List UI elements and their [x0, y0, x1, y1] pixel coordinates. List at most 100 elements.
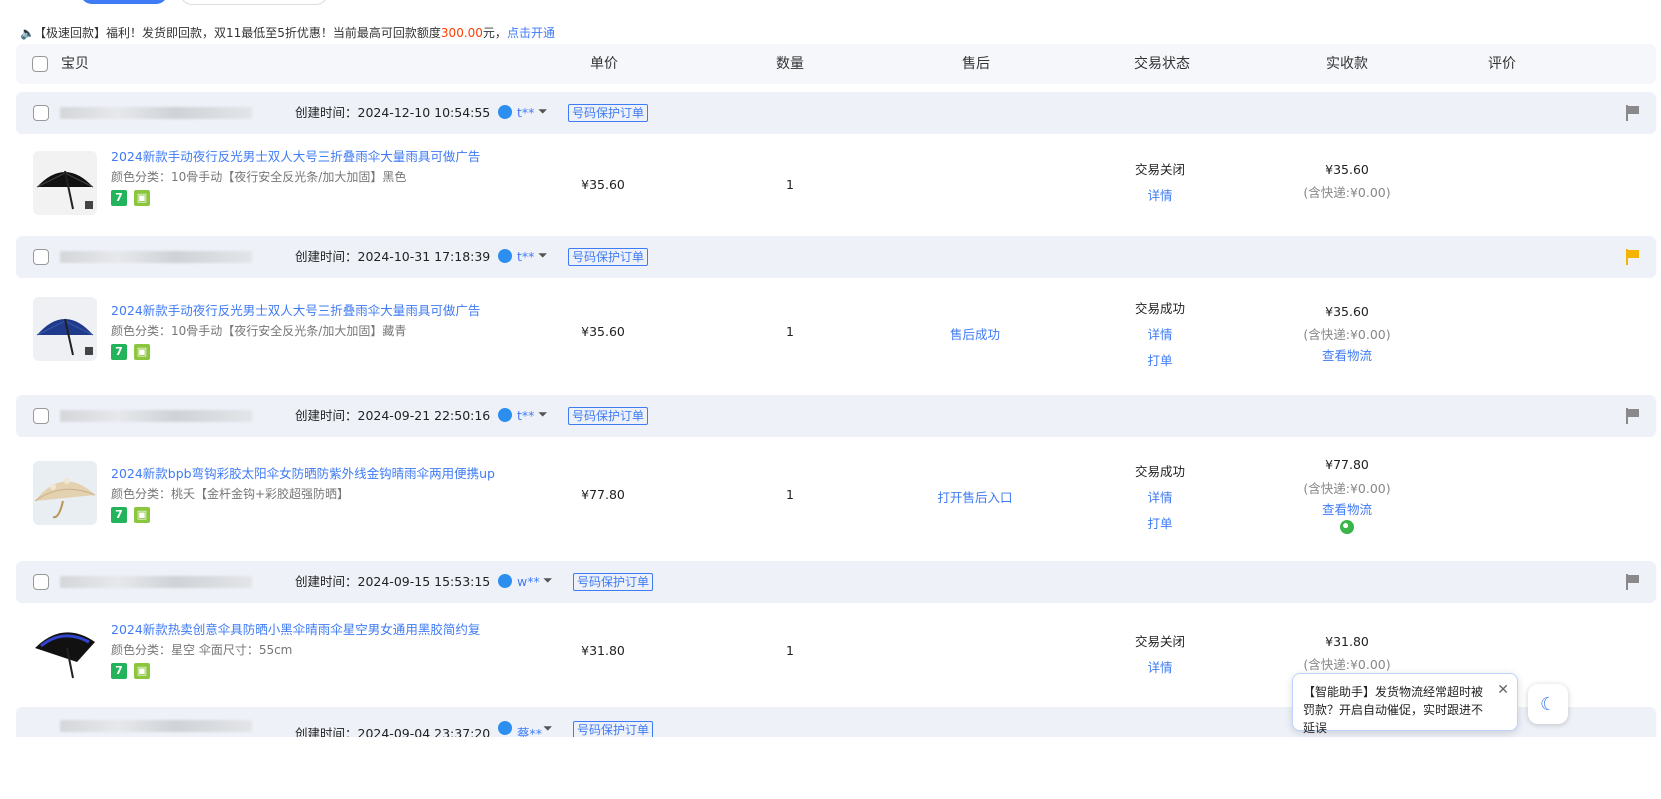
filter-icon[interactable]: ⏷: [538, 104, 548, 119]
moon-icon: ☾: [1540, 694, 1557, 715]
active-tab-button[interactable]: [80, 0, 168, 4]
open-aftersale-link[interactable]: 打开售后入口: [937, 487, 1012, 506]
view-logistics-link[interactable]: 查看物流: [1322, 345, 1372, 364]
buyer-name[interactable]: t**: [517, 92, 534, 134]
privacy-order-tag: 号码保护订单: [568, 248, 649, 266]
night-mode-button[interactable]: ☾: [1528, 684, 1568, 724]
order-create-time: 创建时间：2024-09-15 15:53:15: [295, 574, 491, 589]
green-refresh-icon[interactable]: [1340, 520, 1354, 534]
order-create-time: 创建时间：2024-10-31 17:18:39: [295, 249, 491, 264]
product-sku: 颜色分类：星空 伞面尺寸：55cm: [111, 643, 293, 657]
order-header: 创建时间：2024-09-15 15:53:15 w** ⏷ 号码保护订单: [16, 561, 1656, 603]
notice-suffix: 元，: [482, 26, 507, 40]
order-checkbox[interactable]: [33, 249, 49, 265]
detail-link[interactable]: 详情: [1147, 185, 1172, 204]
seven-day-return-icon: 7: [111, 663, 127, 679]
product-thumbnail[interactable]: [33, 461, 97, 525]
received-amount: ¥31.80: [1325, 634, 1369, 649]
product-title-link[interactable]: 2024新款手动夜行反光男士双人大号三折叠雨伞大量雨具可做广告: [111, 300, 480, 319]
buyer-name[interactable]: 蔡**: [517, 713, 542, 737]
order-create-time: 创建时间：2024-12-10 10:54:55: [295, 105, 491, 120]
seven-day-return-icon: 7: [111, 190, 127, 206]
header-status: 交易状态: [1134, 56, 1190, 72]
guarantee-icon: ▣: [134, 663, 150, 679]
buyer-name[interactable]: t**: [517, 236, 534, 278]
guarantee-icon: ▣: [134, 344, 150, 360]
view-logistics-link[interactable]: 查看物流: [1322, 499, 1372, 518]
print-order-link[interactable]: 打单: [1147, 513, 1172, 532]
unit-price: ¥31.80: [581, 643, 625, 658]
wangwang-icon[interactable]: [498, 105, 512, 119]
header-item: 宝贝: [61, 56, 89, 72]
aftersale-success-link[interactable]: 售后成功: [950, 324, 1000, 343]
received-amount: ¥77.80: [1325, 457, 1369, 472]
wangwang-icon[interactable]: [498, 249, 512, 263]
wangwang-icon[interactable]: [498, 408, 512, 422]
shipping-fee: (含快递:¥0.00): [1303, 481, 1391, 496]
inactive-tab-button[interactable]: [180, 0, 328, 5]
quantity: 1: [786, 324, 794, 339]
order-header: 创建时间：2024-09-21 22:50:16 t** ⏷ 号码保护订单: [16, 395, 1656, 437]
header-price: 单价: [590, 56, 618, 72]
flag-icon[interactable]: [1626, 105, 1640, 121]
buyer-name[interactable]: w**: [517, 561, 540, 603]
detail-link[interactable]: 详情: [1147, 324, 1172, 343]
product-thumbnail[interactable]: [33, 151, 97, 215]
notice-amount: 300.00: [440, 26, 483, 40]
select-all-checkbox[interactable]: [32, 56, 48, 72]
order-create-time: 创建时间：2024-09-21 22:50:16: [295, 408, 491, 423]
trade-status: 交易关闭: [1134, 634, 1186, 649]
flag-icon[interactable]: [1626, 249, 1640, 265]
order-header: 创建时间：2024-12-10 10:54:55 t** ⏷ 号码保护订单: [16, 92, 1656, 134]
order-checkbox[interactable]: [33, 105, 49, 121]
order-checkbox[interactable]: [33, 574, 49, 590]
order-checkbox[interactable]: [33, 408, 49, 424]
unit-price: ¥35.60: [581, 324, 625, 339]
detail-link[interactable]: 详情: [1147, 657, 1172, 676]
quantity: 1: [786, 487, 794, 502]
product-title-link[interactable]: 2024新款bpb弯钩彩胶太阳伞女防晒防紫外线金钩晴雨伞两用便携up: [111, 463, 495, 482]
shipping-fee: (含快递:¥0.00): [1303, 185, 1391, 200]
order-number-redacted: [60, 720, 252, 732]
seven-day-return-icon: 7: [111, 344, 127, 360]
filter-icon[interactable]: ⏷: [538, 248, 548, 263]
trade-status: 交易成功: [1134, 301, 1186, 316]
header-received: 实收款: [1326, 56, 1368, 72]
speaker-icon: 🔈: [20, 26, 35, 40]
wangwang-icon[interactable]: [498, 574, 512, 588]
unit-price: ¥35.60: [581, 177, 625, 192]
order-header: 创建时间：2024-10-31 17:18:39 t** ⏷ 号码保护订单: [16, 236, 1656, 278]
product-thumbnail[interactable]: [33, 297, 97, 361]
notice-text: 【极速回款】福利！发货即回款，双11最低至5折优惠！当前最高可回款额度: [34, 26, 441, 40]
unit-price: ¥77.80: [581, 487, 625, 502]
header-qty: 数量: [776, 56, 804, 72]
received-amount: ¥35.60: [1325, 304, 1369, 319]
detail-link[interactable]: 详情: [1147, 487, 1172, 506]
privacy-order-tag: 号码保护订单: [573, 573, 654, 591]
notice-open-link[interactable]: 点击开通: [507, 26, 555, 40]
table-header: 宝贝 单价 数量 售后 交易状态 实收款 评价: [16, 44, 1656, 84]
shipping-fee: (含快递:¥0.00): [1303, 327, 1391, 342]
print-order-link[interactable]: 打单: [1147, 350, 1172, 369]
order-number-redacted: [60, 107, 252, 119]
trade-status: 交易成功: [1134, 464, 1186, 479]
filter-icon[interactable]: ⏷: [543, 573, 553, 588]
product-sku: 颜色分类：10骨手动【夜行安全反光条/加大加固】藏青: [111, 324, 407, 338]
quantity: 1: [786, 643, 794, 658]
flag-icon[interactable]: [1626, 574, 1640, 590]
smart-assistant-popup: 【智能助手】发货物流经常超时被罚款？开启自动催促，实时跟进不延误 ✕: [1292, 673, 1518, 735]
product-title-link[interactable]: 2024新款手动夜行反光男士双人大号三折叠雨伞大量雨具可做广告: [111, 146, 480, 165]
product-thumbnail[interactable]: [33, 618, 97, 682]
quantity: 1: [786, 177, 794, 192]
shipping-fee: (含快递:¥0.00): [1303, 657, 1391, 672]
wangwang-icon[interactable]: [498, 721, 512, 735]
filter-icon[interactable]: ⏷: [543, 721, 553, 736]
filter-icon[interactable]: ⏷: [538, 407, 548, 422]
received-amount: ¥35.60: [1325, 162, 1369, 177]
privacy-order-tag: 号码保护订单: [568, 104, 649, 122]
close-icon[interactable]: ✕: [1497, 682, 1509, 698]
buyer-name[interactable]: t**: [517, 395, 534, 437]
trade-status: 交易关闭: [1134, 162, 1186, 177]
flag-icon[interactable]: [1626, 408, 1640, 424]
product-title-link[interactable]: 2024新款热卖创意伞具防晒小黑伞晴雨伞星空男女通用黑胶简约复: [111, 619, 480, 638]
